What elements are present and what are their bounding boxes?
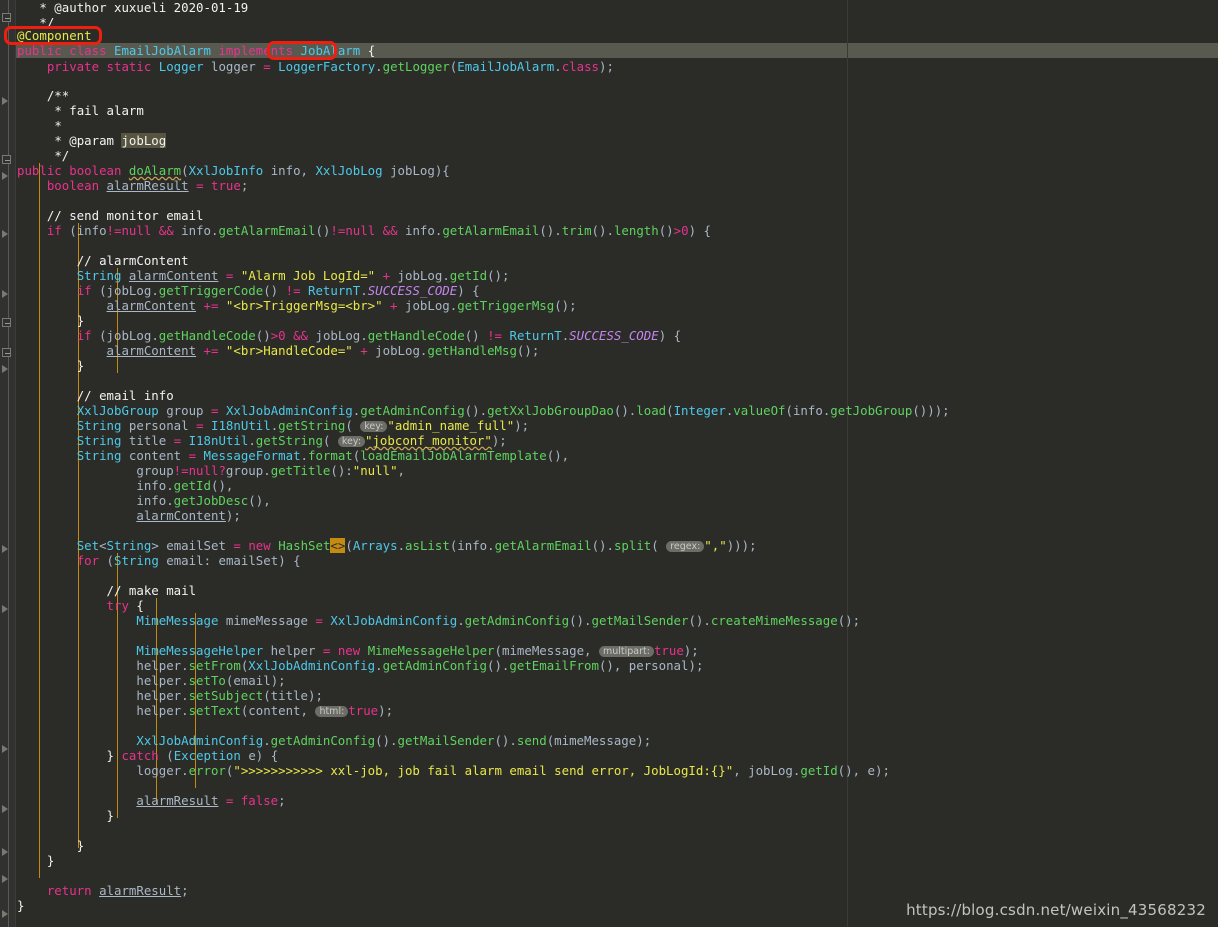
fold-marker-icon[interactable] xyxy=(2,605,15,614)
code-line: alarmResult = false; xyxy=(136,793,286,808)
code-line: /** xyxy=(46,88,70,103)
code-line: if (info!=null && info.getAlarmEmail()!=… xyxy=(46,223,711,238)
csdn-watermark: https://blog.csdn.net/weixin_43568232 xyxy=(906,901,1206,919)
code-line: helper.setSubject(title); xyxy=(136,688,323,703)
fold-marker-icon[interactable] xyxy=(2,230,15,239)
code-line: * @param jobLog xyxy=(54,133,167,148)
code-line: info.getJobDesc(), xyxy=(136,493,271,508)
fold-marker-icon[interactable] xyxy=(2,365,15,374)
code-line: // make mail xyxy=(106,583,197,598)
param-hint-key: key: xyxy=(360,421,388,432)
fold-marker-icon[interactable] xyxy=(2,290,15,299)
code-line: } xyxy=(76,313,85,328)
code-line: alarmContent += "<br>TriggerMsg=<br>" + … xyxy=(106,298,577,313)
fold-marker-icon[interactable] xyxy=(2,318,15,327)
code-line: boolean alarmResult = true; xyxy=(46,178,249,193)
code-line: MimeMessageHelper helper = new MimeMessa… xyxy=(136,643,699,658)
code-line: private static Logger logger = LoggerFac… xyxy=(46,59,614,74)
code-line: logger.error(">>>>>>>>>>> xxl-job, job f… xyxy=(136,763,890,778)
fold-marker-icon[interactable] xyxy=(2,805,15,814)
code-line: // alarmContent xyxy=(76,253,189,268)
right-margin-guide xyxy=(847,0,848,927)
code-line: try { xyxy=(106,598,144,613)
fold-marker-icon[interactable] xyxy=(2,172,15,181)
code-line: helper.setFrom(XxlJobAdminConfig.getAdmi… xyxy=(136,658,704,673)
code-line: } catch (Exception e) { xyxy=(106,748,279,763)
code-line: String personal = I18nUtil.getString( ke… xyxy=(76,418,530,433)
code-line: // email info xyxy=(76,388,174,403)
fold-marker-icon[interactable] xyxy=(2,97,15,106)
fold-marker-icon[interactable] xyxy=(2,745,15,754)
code-line: } xyxy=(76,838,85,853)
code-line: for (String email: emailSet) { xyxy=(76,553,301,568)
param-hint-key: key: xyxy=(337,436,366,447)
code-line: group!=null?group.getTitle():"null", xyxy=(136,463,405,478)
code-line: * xyxy=(54,118,62,133)
code-line: alarmContent); xyxy=(136,508,241,523)
code-line: * fail alarm xyxy=(54,103,144,118)
fold-marker-icon[interactable] xyxy=(2,348,15,357)
fold-marker-icon[interactable] xyxy=(2,155,15,164)
code-line: } xyxy=(76,358,85,373)
code-line: // send monitor email xyxy=(46,208,204,223)
code-line: if (jobLog.getHandleCode()>0 && jobLog.g… xyxy=(76,328,682,343)
code-line: String content = MessageFormat.format(lo… xyxy=(76,448,570,463)
code-line: info.getId(), xyxy=(136,478,234,493)
code-line: MimeMessage mimeMessage = XxlJobAdminCon… xyxy=(136,613,861,628)
diamond-operator-highlight: <> xyxy=(330,538,346,553)
code-line: XxlJobAdminConfig.getAdminConfig().getMa… xyxy=(136,733,652,748)
gutter-fold-line xyxy=(8,0,9,927)
fold-marker-icon[interactable] xyxy=(2,875,15,884)
code-line: * @author xuxueli 2020-01-19 xyxy=(39,0,249,15)
fold-marker-icon[interactable] xyxy=(2,848,15,857)
param-hint-multipart: multipart: xyxy=(598,646,654,657)
param-hint-html: html: xyxy=(315,706,349,717)
code-line-component-annotation: @Component xyxy=(17,28,92,43)
code-line: } xyxy=(17,898,25,913)
code-line: } xyxy=(106,808,114,823)
code-line-class-declaration: public class EmailJobAlarm implements Jo… xyxy=(17,43,376,58)
code-line: XxlJobGroup group = XxlJobAdminConfig.ge… xyxy=(76,403,950,418)
code-line: Set<String> emailSet = new HashSet<>(Arr… xyxy=(76,538,757,553)
code-text-surface[interactable]: * @author xuxueli 2020-01-19 */ @Compone… xyxy=(0,0,1218,927)
code-line: return alarmResult; xyxy=(46,883,189,898)
code-line: if (jobLog.getTriggerCode() != ReturnT.S… xyxy=(76,283,480,298)
code-editor-pane[interactable]: * @author xuxueli 2020-01-19 */ @Compone… xyxy=(0,0,1218,927)
code-line: String alarmContent = "Alarm Job LogId="… xyxy=(76,268,510,283)
fold-marker-icon[interactable] xyxy=(2,910,15,919)
param-hint-regex: regex: xyxy=(666,541,705,552)
code-line: */ xyxy=(54,148,70,163)
code-line: } xyxy=(46,853,55,868)
code-line-method-signature: public boolean doAlarm(XxlJobInfo info, … xyxy=(17,163,450,178)
code-line: helper.setText(content, html: true); xyxy=(136,703,394,718)
code-line: helper.setTo(email); xyxy=(136,673,286,688)
fold-marker-icon[interactable] xyxy=(2,545,15,554)
editor-gutter[interactable] xyxy=(0,0,16,927)
code-line: String title = I18nUtil.getString( key: "… xyxy=(76,433,507,448)
code-line: alarmContent += "<br>HandleCode=" + jobL… xyxy=(106,343,540,358)
fold-marker-icon[interactable] xyxy=(2,13,15,22)
